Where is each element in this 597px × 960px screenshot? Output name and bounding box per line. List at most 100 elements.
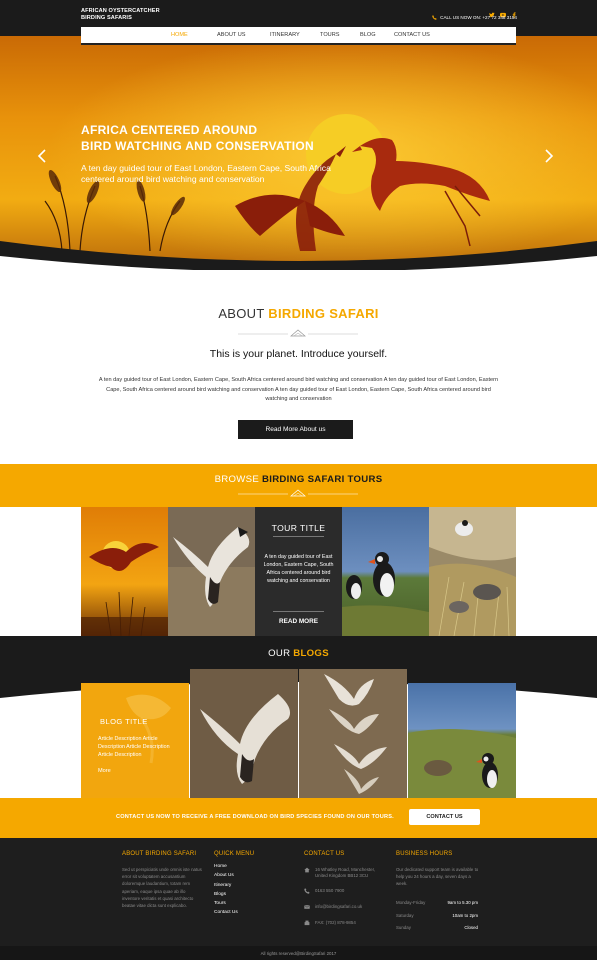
nav-home[interactable]: HOME	[171, 32, 188, 38]
footer-email-text: info@birdingsafari.co.uk	[315, 904, 363, 909]
blog-tile[interactable]	[299, 669, 407, 798]
copyright-text: All rights reserved@BirdingSafari 2017	[260, 951, 337, 956]
blog-card-title: BLOG TITLE	[100, 717, 148, 726]
footer-address: 16 Whatley Road, Manchester, United King…	[304, 867, 385, 880]
nav-blog[interactable]: BLOG	[360, 32, 376, 38]
tour-read-more-link[interactable]: READ MORE	[255, 618, 342, 625]
slider-next-arrow-icon[interactable]	[543, 148, 555, 164]
social-links	[489, 5, 517, 18]
footer-hours-text: Our dedicated support team is available …	[396, 867, 479, 887]
blog-tile[interactable]	[408, 683, 516, 798]
tour-tile[interactable]	[81, 507, 168, 636]
tour-image	[342, 507, 429, 636]
footer-link-itinerary[interactable]: Itinerary	[214, 883, 274, 892]
blog-image	[408, 683, 516, 798]
footer-contact-heading: CONTACT US	[304, 851, 345, 857]
hours-row: Sunday Closed	[396, 925, 478, 938]
phone-text: CALL US NOW ON: +27 72 348 3154	[440, 15, 517, 20]
hours-day: Monday-Friday	[396, 900, 426, 905]
blogs-heading-accent: BLOGS	[293, 648, 329, 659]
footer-fax: FAX: (702) 878-9854	[304, 920, 356, 926]
hours-row: Saturday 10am to 2pm	[396, 913, 478, 926]
home-icon	[304, 867, 310, 873]
hero-title: AFRICA CENTERED AROUND BIRD WATCHING AND…	[81, 122, 314, 154]
about-heading-accent: BIRDING SAFARI	[268, 306, 379, 321]
nav-about-us[interactable]: ABOUT US	[217, 32, 246, 38]
facebook-icon[interactable]	[511, 5, 517, 18]
blogs-gallery: BLOG TITLE Article Description Article D…	[81, 669, 516, 798]
contact-us-button[interactable]: CONTACT US	[409, 809, 480, 825]
blog-more-link[interactable]: More	[98, 768, 111, 774]
about-heading: ABOUT BIRDING SAFARI	[0, 306, 597, 321]
about-body: A ten day guided tour of East London, Ea…	[98, 377, 499, 402]
site-logo[interactable]: AFRICAN OYSTERCATCHER BIRDING SAFARIS	[81, 8, 160, 22]
blog-image	[299, 669, 407, 798]
envelope-icon	[304, 905, 310, 909]
tour-card-divider	[273, 536, 324, 537]
footer-about-heading: ABOUT BIRDING SAFARI	[122, 851, 197, 857]
footer-link-contact-us[interactable]: Contact Us	[214, 910, 274, 919]
hero-slider: AFRICA CENTERED AROUND BIRD WATCHING AND…	[0, 36, 597, 270]
footer-quick-menu: Home About Us Itinerary Blogs Tours Cont…	[214, 864, 274, 920]
blog-card[interactable]: BLOG TITLE Article Description Article D…	[81, 683, 189, 798]
nav-tours[interactable]: TOURS	[320, 32, 339, 38]
intro-text: This is your planet. Introduce yourself.	[209, 348, 388, 360]
phone-contact[interactable]: CALL US NOW ON: +27 72 348 3154	[432, 15, 517, 20]
footer-hours-heading: BUSINESS HOURS	[396, 851, 453, 857]
section-divider-icon	[238, 489, 358, 497]
footer-link-blogs[interactable]: Blogs	[214, 892, 274, 901]
footer-link-home[interactable]: Home	[214, 864, 274, 873]
brand-line-1: AFRICAN OYSTERCATCHER	[81, 8, 160, 14]
tour-tile[interactable]	[168, 507, 255, 636]
section-divider-icon	[238, 329, 358, 337]
tours-gallery: TOUR TITLE A ten day guided tour of East…	[81, 507, 516, 636]
footer-phone-text: 0163 550 7900	[315, 888, 345, 893]
footer	[0, 838, 597, 946]
phone-icon	[304, 888, 310, 894]
tour-image	[81, 507, 168, 636]
footer-fax-text: FAX: (702) 878-9854	[315, 920, 356, 925]
cta-text: CONTACT US NOW TO RECEIVE A FREE DOWNLOA…	[116, 814, 394, 820]
hours-row: Monday-Friday 9am to 5.30 pm	[396, 900, 478, 913]
footer-address-text: 16 Whatley Road, Manchester, United King…	[315, 867, 376, 879]
hero-title-line-1: AFRICA CENTERED AROUND	[81, 123, 258, 137]
tours-heading-plain: BROWSE	[214, 474, 260, 485]
nav-itinerary[interactable]: ITINERARY	[270, 32, 300, 38]
youtube-icon[interactable]	[500, 5, 506, 18]
footer-menu-heading: QUICK MENU	[214, 851, 255, 857]
tour-image	[168, 507, 255, 636]
tour-card-title: TOUR TITLE	[271, 523, 326, 533]
tours-banner	[0, 464, 597, 507]
slider-prev-arrow-icon[interactable]	[36, 148, 48, 164]
about-heading-plain: ABOUT	[218, 306, 265, 321]
blog-tile[interactable]	[190, 669, 298, 798]
tour-card-description: A ten day guided tour of East London, Ea…	[263, 554, 334, 584]
tour-card-divider	[273, 611, 324, 612]
nav-contact-us[interactable]: CONTACT US	[394, 32, 430, 38]
blog-image	[190, 669, 298, 798]
tour-tile[interactable]	[429, 507, 516, 636]
tour-card[interactable]: TOUR TITLE A ten day guided tour of East…	[255, 507, 342, 636]
business-hours-list: Monday-Friday 9am to 5.30 pm Saturday 10…	[396, 900, 478, 938]
blog-card-description: Article Description Article Description …	[98, 736, 170, 758]
footer-link-about-us[interactable]: About Us	[214, 873, 274, 882]
read-more-about-button[interactable]: Read More About us	[238, 420, 353, 439]
hours-time: Closed	[464, 925, 478, 930]
hours-day: Saturday	[396, 912, 414, 918]
blogs-heading: OUR BLOGS	[0, 648, 597, 659]
tour-tile[interactable]	[342, 507, 429, 636]
tour-image	[429, 507, 516, 636]
phone-icon	[432, 15, 437, 20]
hours-time: 10am to 2pm	[452, 912, 478, 918]
hours-day: Sunday	[396, 925, 411, 930]
hero-title-line-2: BIRD WATCHING AND CONSERVATION	[81, 139, 314, 153]
footer-phone[interactable]: 0163 550 7900	[304, 888, 344, 894]
tours-heading-accent: BIRDING SAFARI TOURS	[262, 474, 383, 485]
footer-about-text: Sed ut perspiciatis unde omnis iste natu…	[122, 867, 202, 909]
tours-heading: BROWSE BIRDING SAFARI TOURS	[0, 474, 597, 485]
hours-time: 9am to 5.30 pm	[447, 900, 478, 905]
twitter-icon[interactable]	[489, 5, 495, 18]
hero-subtitle: A ten day guided tour of East London, Ea…	[81, 163, 331, 184]
blogs-heading-plain: OUR	[268, 648, 291, 659]
footer-email[interactable]: info@birdingsafari.co.uk	[304, 904, 362, 910]
